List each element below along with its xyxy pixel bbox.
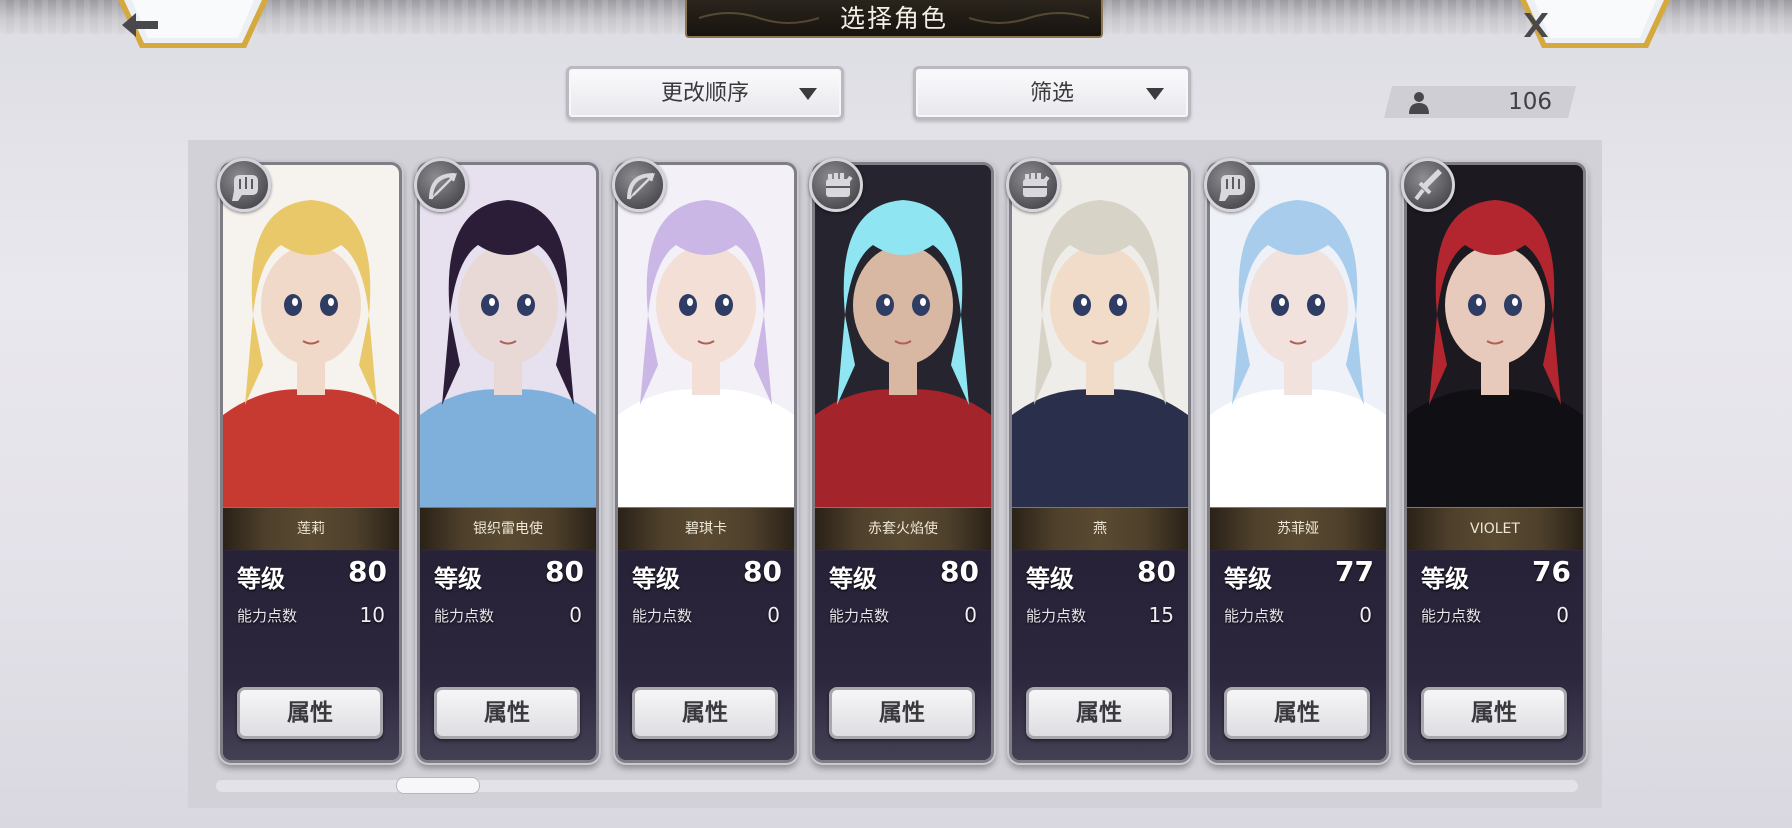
name-bar: 碧琪卡: [618, 507, 794, 551]
level-value: 76: [1532, 555, 1571, 588]
level-value: 80: [545, 555, 584, 588]
attribute-button[interactable]: 属性: [632, 687, 778, 739]
level-label: 等级: [1224, 565, 1272, 593]
attribute-button[interactable]: 属性: [1421, 687, 1567, 739]
ability-points-value: 10: [359, 603, 385, 627]
attribute-button-label: 属性: [1274, 700, 1320, 726]
character-card[interactable]: 银织雷电使 等级 80 能力点数 0 属性: [420, 165, 596, 760]
level-label: 等级: [1421, 565, 1469, 593]
ability-points-label: 能力点数: [434, 607, 495, 625]
attribute-button-label: 属性: [484, 700, 530, 726]
attribute-button[interactable]: 属性: [1224, 687, 1370, 739]
attribute-button[interactable]: 属性: [829, 687, 975, 739]
character-name: 银织雷电使: [473, 521, 543, 537]
person-icon: [1409, 92, 1429, 114]
fist-icon: [1219, 175, 1245, 201]
name-bar: 苏菲娅: [1210, 507, 1386, 551]
gauntlet-icon: [1023, 173, 1050, 197]
attribute-button[interactable]: 属性: [434, 687, 580, 739]
character-portrait: [815, 165, 991, 507]
ability-points-label: 能力点数: [237, 607, 298, 625]
weapon-type-badge: [612, 158, 666, 212]
level-value: 80: [940, 555, 979, 588]
level-value: 77: [1335, 555, 1374, 588]
ability-points-value: 0: [1556, 603, 1569, 627]
weapon-type-badge: [1204, 158, 1258, 212]
character-portrait: [420, 165, 596, 507]
weapon-type-badge: [414, 158, 468, 212]
attribute-button[interactable]: 属性: [237, 687, 383, 739]
character-name: VIOLET: [1470, 521, 1520, 537]
ability-points-label: 能力点数: [829, 607, 890, 625]
character-portrait: [618, 165, 794, 507]
level-value: 80: [1137, 555, 1176, 588]
level-label: 等级: [632, 565, 680, 593]
sort-dropdown[interactable]: 更改顺序: [566, 66, 844, 120]
ability-points-label: 能力点数: [632, 607, 693, 625]
ability-points-label: 能力点数: [1026, 607, 1087, 625]
character-portrait: [223, 165, 399, 507]
title-plate: 选择角色: [685, 0, 1103, 38]
attribute-button-label: 属性: [287, 700, 333, 726]
weapon-type-badge: [217, 158, 271, 212]
attribute-button[interactable]: 属性: [1026, 687, 1172, 739]
weapon-type-badge: [1401, 158, 1455, 212]
character-card[interactable]: 碧琪卡 等级 80 能力点数 0 属性: [618, 165, 794, 760]
ability-points-value: 0: [1359, 603, 1372, 627]
attribute-button-label: 属性: [682, 700, 728, 726]
character-card[interactable]: 赤套火焰使 等级 80 能力点数 0 属性: [815, 165, 991, 760]
name-bar: 燕: [1012, 507, 1188, 551]
ability-points-value: 0: [964, 603, 977, 627]
gauntlet-icon: [826, 173, 853, 197]
level-value: 80: [348, 555, 387, 588]
back-button[interactable]: [118, 0, 268, 52]
attribute-button-label: 属性: [1471, 700, 1517, 726]
bow-icon: [627, 173, 655, 200]
scroll-thumb[interactable]: [396, 777, 480, 794]
character-name: 苏菲娅: [1277, 521, 1319, 537]
character-portrait: [1407, 165, 1583, 507]
character-name: 莲莉: [297, 521, 325, 537]
character-count: 106: [1508, 89, 1552, 115]
ability-points-value: 15: [1148, 603, 1174, 627]
name-bar: 莲莉: [223, 507, 399, 551]
fist-icon: [232, 175, 258, 201]
name-bar: VIOLET: [1407, 507, 1583, 551]
level-label: 等级: [237, 565, 285, 593]
ability-points-value: 0: [569, 603, 582, 627]
bow-icon: [429, 173, 457, 200]
character-portrait: [1210, 165, 1386, 507]
ability-points-label: 能力点数: [1224, 607, 1285, 625]
level-label: 等级: [1026, 565, 1074, 593]
character-card[interactable]: 苏菲娅 等级 77 能力点数 0 属性: [1210, 165, 1386, 760]
chevron-down-icon: [1146, 88, 1164, 100]
weapon-type-badge: [809, 158, 863, 212]
name-bar: 银织雷电使: [420, 507, 596, 551]
name-bar: 赤套火焰使: [815, 507, 991, 551]
ability-points-value: 0: [767, 603, 780, 627]
weapon-type-badge: [1006, 158, 1060, 212]
sword-icon: [1414, 169, 1442, 201]
close-button[interactable]: [1520, 0, 1670, 52]
character-portrait: [1012, 165, 1188, 507]
character-card[interactable]: VIOLET 等级 76 能力点数 0 属性: [1407, 165, 1583, 760]
character-name: 燕: [1093, 521, 1107, 537]
ability-points-label: 能力点数: [1421, 607, 1482, 625]
character-name: 赤套火焰使: [868, 521, 938, 537]
chevron-down-icon: [799, 88, 817, 100]
attribute-button-label: 属性: [879, 700, 925, 726]
page-title: 选择角色: [839, 4, 948, 33]
level-label: 等级: [829, 565, 877, 593]
filter-dropdown[interactable]: 筛选: [913, 66, 1191, 120]
character-card[interactable]: 莲莉 等级 80 能力点数 10 属性: [223, 165, 399, 760]
attribute-button-label: 属性: [1076, 700, 1122, 726]
level-value: 80: [743, 555, 782, 588]
level-label: 等级: [434, 565, 482, 593]
character-card[interactable]: 燕 等级 80 能力点数 15 属性: [1012, 165, 1188, 760]
character-name: 碧琪卡: [685, 521, 727, 537]
